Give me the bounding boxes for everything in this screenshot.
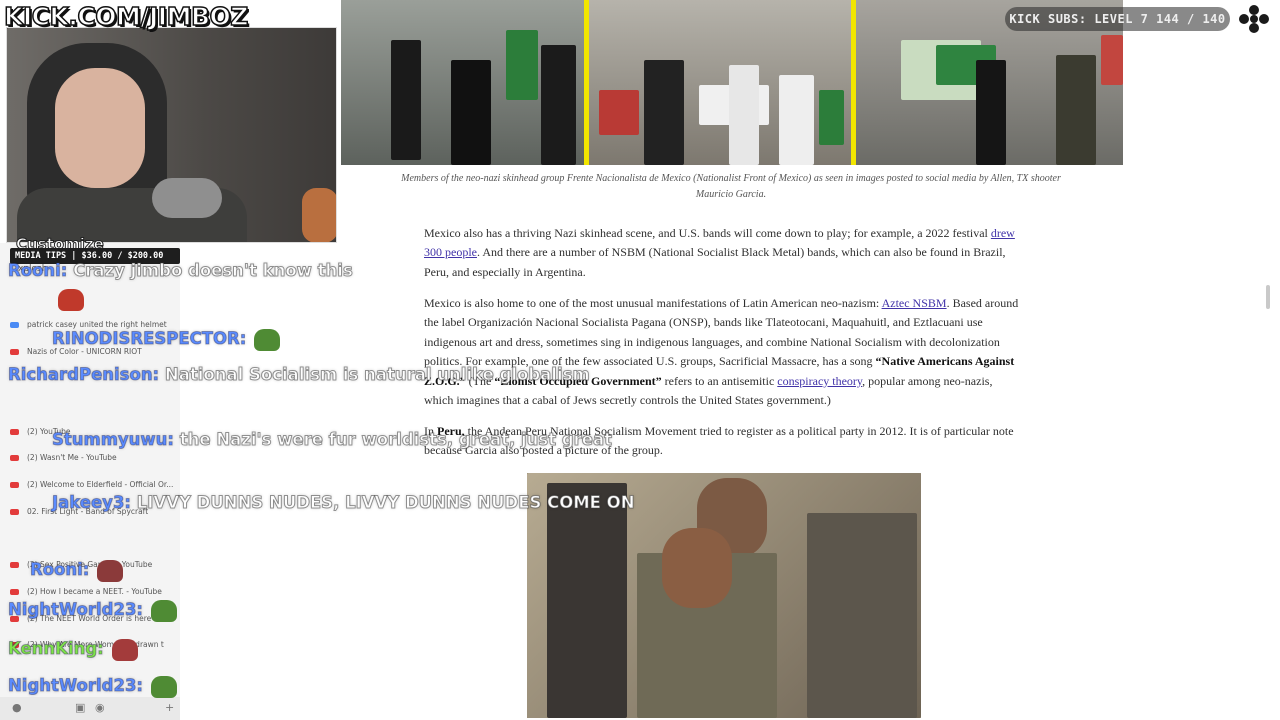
paragraph-text: . And there are a number of NSBM (Nation…	[424, 245, 1006, 279]
chat-message: RINODISRESPECTOR:	[8, 326, 281, 352]
chat-message: NightWorld23:	[7, 597, 178, 623]
webcam-feed	[6, 27, 337, 243]
history-item[interactable]: (2) How I became a NEET. - YouTube	[10, 587, 162, 596]
link-conspiracy-theory[interactable]: conspiracy theory	[777, 374, 862, 388]
kick-subs-goal: KICK SUBS: LEVEL 7 144 / 140	[1005, 7, 1230, 31]
link-aztec-nsbm[interactable]: Aztec NSBM	[882, 296, 947, 310]
photo-left	[341, 0, 584, 165]
article-page: Members of the neo-nazi skinhead group F…	[180, 0, 1280, 720]
frog-emote-icon	[151, 675, 178, 698]
chat-username: Rooni:	[29, 560, 90, 580]
chat-text: Crazy jimbo doesn't know this	[73, 261, 354, 281]
frog-emote-icon	[254, 328, 281, 351]
streamer-logo-icon	[1239, 5, 1269, 33]
chat-username: KennKing:	[8, 639, 105, 659]
chat-text: the Nazi's were fur worldists, great, ju…	[179, 430, 613, 450]
chat-username: NightWorld23:	[7, 600, 144, 620]
chat-username: RichardPenison:	[7, 365, 160, 385]
youtube-icon	[10, 482, 19, 488]
paragraph-text: refers to an antisemitic	[661, 373, 778, 388]
chat-message: RichardPenison: National Socialism is na…	[7, 362, 590, 388]
browser-tab-bar: ● ▣ ◉ +	[0, 697, 180, 720]
chat-username: NightWorld23:	[7, 676, 144, 696]
chat-message: NightWorld23:	[7, 673, 178, 699]
history-item[interactable]: (2) Welcome to Elderfield - Official Or.…	[10, 480, 173, 489]
chat-message-continued	[8, 286, 84, 312]
chat-message: Rooni:	[8, 557, 124, 583]
chat-message: KennKing:	[8, 636, 138, 662]
paragraph-mexico-skinheads: Mexico also has a thriving Nazi skinhead…	[424, 224, 1024, 282]
history-item-label: (2) How I became a NEET. - YouTube	[27, 587, 162, 596]
youtube-tab-icon[interactable]: ▣	[75, 701, 85, 714]
chat-text: National Socialism is natural unlike glo…	[164, 365, 590, 385]
emote-icon	[111, 638, 138, 661]
chat-message: Stummyuwu: the Nazi's were fur worldists…	[8, 427, 613, 453]
extension-icon[interactable]: ◉	[95, 701, 105, 714]
frog-emote-icon	[151, 599, 178, 622]
photo-middle	[589, 0, 851, 165]
paragraph-text: Mexico is also home to one of the most u…	[424, 296, 882, 310]
chat-message: Rooni: Crazy jimbo doesn't know this	[7, 258, 354, 284]
paragraph-aztec-nsbm: Mexico is also home to one of the most u…	[424, 294, 1024, 410]
new-tab-icon[interactable]: +	[165, 701, 174, 714]
emote-icon	[58, 288, 84, 311]
paragraph-text: Mexico also has a thriving Nazi skinhead…	[424, 226, 991, 240]
chat-text: LIVVY DUNNS NUDES, LIVVY DUNNS NUDES COM…	[136, 493, 635, 513]
history-item-label: (2) Welcome to Elderfield - Official Or.…	[27, 480, 174, 489]
chat-username: Jakeey3:	[51, 493, 132, 513]
page-scrollbar[interactable]	[1266, 285, 1270, 309]
youtube-icon	[10, 455, 19, 461]
history-item[interactable]: (2) Wasn't Me - YouTube	[10, 453, 117, 462]
stream-url-overlay: KICK.COM/JIMBOZ	[3, 1, 249, 32]
chat-username: Rooni:	[7, 261, 68, 281]
emote-icon	[97, 559, 124, 582]
history-item-label: (2) Wasn't Me - YouTube	[27, 453, 117, 462]
figure-caption: Members of the neo-nazi skinhead group F…	[401, 173, 1061, 200]
chat-username: Stummyuwu:	[52, 430, 175, 450]
frog-avatar-icon: ●	[12, 701, 22, 714]
youtube-icon	[10, 589, 19, 595]
chat-message: Jakeey3: LIVVY DUNNS NUDES, LIVVY DUNNS …	[8, 490, 635, 516]
chat-username: RINODISRESPECTOR:	[51, 329, 247, 349]
